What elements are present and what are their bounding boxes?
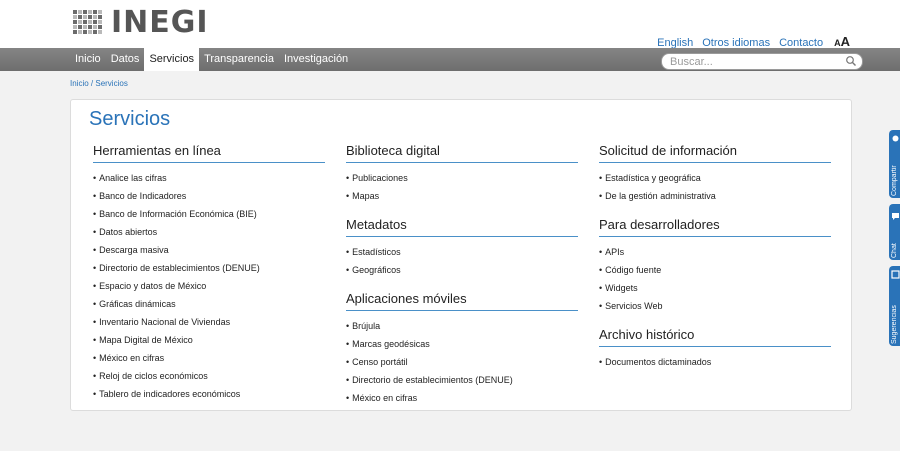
list-item[interactable]: Mapas bbox=[346, 187, 578, 205]
list-item[interactable]: Reloj de ciclos económicos bbox=[93, 367, 325, 385]
link-list: Brújula Marcas geodésicas Censo portátil… bbox=[346, 317, 578, 407]
section-heading: Solicitud de información bbox=[599, 143, 831, 163]
link-list: APIs Código fuente Widgets Servicios Web bbox=[599, 243, 831, 315]
section-heading: Metadatos bbox=[346, 217, 578, 237]
link-list: Publicaciones Mapas bbox=[346, 169, 578, 205]
section-heading: Para desarrolladores bbox=[599, 217, 831, 237]
logo-mark-icon bbox=[73, 10, 107, 36]
list-item[interactable]: Geográficos bbox=[346, 261, 578, 279]
list-item[interactable]: Documentos dictaminados bbox=[599, 353, 831, 371]
share-tab-label: Compartir bbox=[891, 165, 898, 196]
section-heading: Biblioteca digital bbox=[346, 143, 578, 163]
chat-icon bbox=[892, 213, 899, 220]
list-item[interactable]: Directorio de establecimientos (DENUE) bbox=[93, 259, 325, 277]
link-list: Analice las cifras Banco de Indicadores … bbox=[93, 169, 325, 403]
list-item[interactable]: Tablero de indicadores económicos bbox=[93, 385, 325, 403]
list-item[interactable]: Estadística y geográfica bbox=[599, 169, 831, 187]
services-column-2: Biblioteca digital Publicaciones Mapas M… bbox=[346, 143, 578, 419]
services-column-1: Herramientas en línea Analice las cifras… bbox=[93, 143, 325, 415]
list-item[interactable]: Analice las cifras bbox=[93, 169, 325, 187]
breadcrumb: Inicio / Servicios bbox=[70, 79, 128, 88]
section-heading: Archivo histórico bbox=[599, 327, 831, 347]
nav-item-transparencia[interactable]: Transparencia bbox=[199, 48, 279, 71]
logo-text: INEGI bbox=[111, 5, 209, 40]
list-item[interactable]: Marcas geodésicas bbox=[346, 335, 578, 353]
section-heading: Aplicaciones móviles bbox=[346, 291, 578, 311]
list-item[interactable]: Datos abiertos bbox=[93, 223, 325, 241]
list-item[interactable]: Brújula bbox=[346, 317, 578, 335]
suggestions-tab[interactable]: Sugerencias bbox=[889, 266, 900, 346]
inegi-logo[interactable]: INEGI bbox=[73, 5, 209, 40]
link-list: Documentos dictaminados bbox=[599, 353, 831, 371]
font-size-toggle[interactable]: AA bbox=[834, 34, 850, 49]
services-column-3: Solicitud de información Estadística y g… bbox=[599, 143, 831, 383]
nav-item-investigacion[interactable]: Investigación bbox=[279, 48, 353, 71]
breadcrumb-current: Servicios bbox=[95, 79, 128, 88]
list-item[interactable]: APIs bbox=[599, 243, 831, 261]
list-item[interactable]: Gráficas dinámicas bbox=[93, 295, 325, 313]
nav-item-inicio[interactable]: Inicio bbox=[70, 48, 106, 71]
breadcrumb-home[interactable]: Inicio bbox=[70, 79, 89, 88]
list-item[interactable]: Servicios Web bbox=[599, 297, 831, 315]
chat-tab-label: Chat bbox=[891, 243, 898, 258]
list-item[interactable]: De la gestión administrativa bbox=[599, 187, 831, 205]
section-heading: Herramientas en línea bbox=[93, 143, 325, 163]
suggestions-icon bbox=[891, 270, 900, 279]
list-item[interactable]: Descarga masiva bbox=[93, 241, 325, 259]
search-input[interactable] bbox=[670, 54, 840, 69]
search-icon[interactable] bbox=[845, 54, 857, 68]
list-item[interactable]: Espacio y datos de México bbox=[93, 277, 325, 295]
nav-item-servicios[interactable]: Servicios bbox=[144, 48, 200, 71]
page-title: Servicios bbox=[89, 108, 171, 130]
list-item[interactable]: Código fuente bbox=[599, 261, 831, 279]
list-item[interactable]: México en cifras bbox=[346, 389, 578, 407]
link-list: Estadísticos Geográficos bbox=[346, 243, 578, 279]
services-panel: Servicios Herramientas en línea Analice … bbox=[70, 99, 852, 411]
main-nav: Inicio Datos Servicios Transparencia Inv… bbox=[70, 48, 353, 71]
chat-tab[interactable]: Chat bbox=[889, 204, 900, 260]
list-item[interactable]: Directorio de establecimientos (DENUE) bbox=[346, 371, 578, 389]
list-item[interactable]: Publicaciones bbox=[346, 169, 578, 187]
list-item[interactable]: Banco de Indicadores bbox=[93, 187, 325, 205]
list-item[interactable]: Inventario Nacional de Viviendas bbox=[93, 313, 325, 331]
list-item[interactable]: Banco de Información Económica (BIE) bbox=[93, 205, 325, 223]
list-item[interactable]: México en cifras bbox=[93, 349, 325, 367]
share-tab[interactable]: Compartir bbox=[889, 130, 900, 198]
suggestions-tab-label: Sugerencias bbox=[891, 305, 898, 344]
link-list: Estadística y geográfica De la gestión a… bbox=[599, 169, 831, 205]
list-item[interactable]: Mapa Digital de México bbox=[93, 331, 325, 349]
list-item[interactable]: Censo portátil bbox=[346, 353, 578, 371]
header: INEGI English Otros idiomas Contacto AA bbox=[0, 0, 900, 49]
top-links: English Otros idiomas Contacto AA bbox=[648, 34, 850, 49]
search-box bbox=[661, 53, 863, 70]
share-icon bbox=[892, 135, 899, 142]
list-item[interactable]: Widgets bbox=[599, 279, 831, 297]
list-item[interactable]: Estadísticos bbox=[346, 243, 578, 261]
nav-item-datos[interactable]: Datos bbox=[106, 48, 145, 71]
